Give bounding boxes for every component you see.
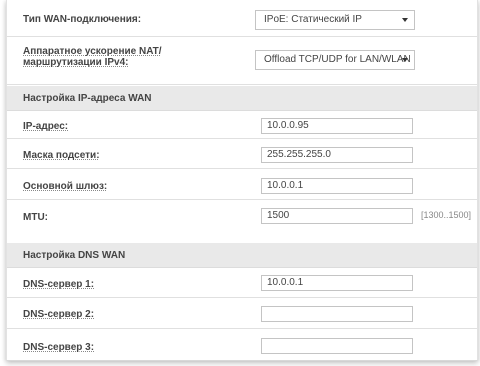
wan-type-label: Тип WAN-подключения: <box>23 14 142 25</box>
chevron-down-icon <box>402 58 408 62</box>
subnet-mask-label-text: Маска подсети: <box>23 150 100 161</box>
ip-address-row: IP-адрес: 10.0.0.95 <box>7 110 477 139</box>
ip-section-title: Настройка IP-адреса WAN <box>23 93 152 104</box>
dns1-label-text: DNS-сервер 1: <box>23 279 95 290</box>
nat-accel-label: Аппаратное ускорение NAT/ маршрутизации … <box>23 46 162 68</box>
wan-settings-panel: Тип WAN-подключения: IPoE: Статический I… <box>6 0 478 361</box>
mtu-label: MTU: <box>23 212 48 223</box>
mtu-range-hint: [1300..1500] <box>421 210 472 220</box>
subnet-mask-row: Маска подсети: 255.255.255.0 <box>7 138 477 169</box>
dns1-label: DNS-сервер 1: <box>23 279 94 290</box>
dns2-input[interactable] <box>261 306 413 322</box>
subnet-mask-label: Маска подсети: <box>23 150 100 161</box>
wan-type-row: Тип WAN-подключения: IPoE: Статический I… <box>7 0 477 37</box>
nat-accel-select[interactable]: Offload TCP/UDP for LAN/WLAN <box>255 50 415 70</box>
dns3-label-text: DNS-сервер 3: <box>23 342 95 353</box>
gateway-label: Основной шлюз: <box>23 181 107 192</box>
dns3-label: DNS-сервер 3: <box>23 342 94 353</box>
dns-section-header: Настройка DNS WAN <box>7 243 477 268</box>
nat-accel-label-line2: маршрутизации IPv4: <box>23 57 129 68</box>
ip-address-label: IP-адрес: <box>23 121 68 132</box>
mtu-input[interactable]: 1500 <box>261 208 413 224</box>
gateway-label-text: Основной шлюз: <box>23 181 108 192</box>
dns2-label: DNS-сервер 2: <box>23 309 94 320</box>
ip-address-input[interactable]: 10.0.0.95 <box>261 118 413 134</box>
dns2-label-text: DNS-сервер 2: <box>23 309 95 320</box>
nat-accel-value: Offload TCP/UDP for LAN/WLAN <box>264 54 411 65</box>
ip-address-label-text: IP-адрес: <box>23 121 69 132</box>
ip-section-header: Настройка IP-адреса WAN <box>7 86 477 111</box>
gateway-row: Основной шлюз: 10.0.0.1 <box>7 168 477 200</box>
dns3-row: DNS-сервер 3: <box>7 328 477 360</box>
dns1-row: DNS-сервер 1: 10.0.0.1 <box>7 267 477 298</box>
dns3-input[interactable] <box>261 338 413 354</box>
subnet-mask-input[interactable]: 255.255.255.0 <box>261 147 413 163</box>
dns1-input[interactable]: 10.0.0.1 <box>261 275 413 291</box>
mtu-row: MTU: 1500 [1300..1500] <box>7 199 477 233</box>
wan-type-select[interactable]: IPoE: Статический IP <box>255 10 415 30</box>
wan-type-value: IPoE: Статический IP <box>264 14 362 25</box>
nat-accel-row: Аппаратное ускорение NAT/ маршрутизации … <box>7 36 477 85</box>
nat-accel-label-line1: Аппаратное ускорение NAT/ <box>23 46 162 57</box>
dns-section-title: Настройка DNS WAN <box>23 250 126 261</box>
dns2-row: DNS-сервер 2: <box>7 297 477 329</box>
chevron-down-icon <box>402 18 408 22</box>
gateway-input[interactable]: 10.0.0.1 <box>261 178 413 194</box>
